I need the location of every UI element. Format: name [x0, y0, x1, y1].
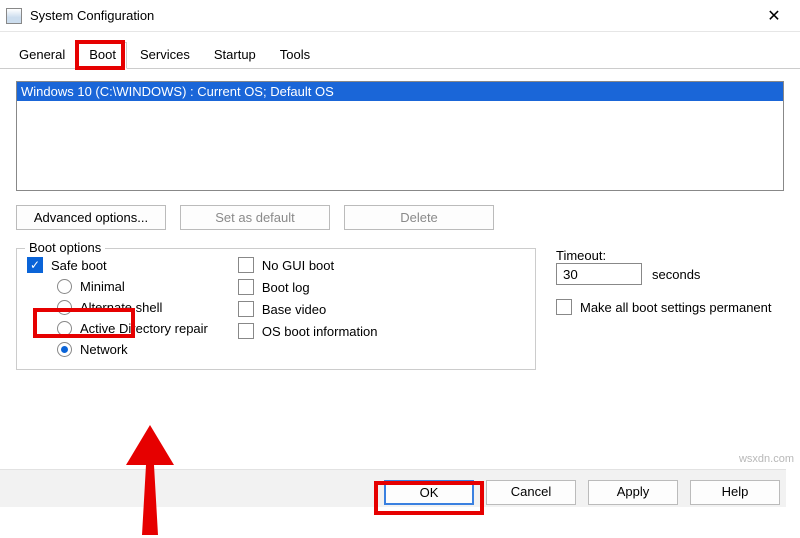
radio-selected-icon — [57, 342, 72, 357]
tab-tools[interactable]: Tools — [269, 42, 321, 68]
side-column: Timeout: seconds Make all boot settings … — [556, 248, 784, 370]
os-info-checkbox[interactable]: OS boot information — [238, 323, 378, 339]
cancel-button[interactable]: Cancel — [486, 480, 576, 505]
no-gui-label: No GUI boot — [262, 258, 334, 273]
timeout-input[interactable] — [556, 263, 642, 285]
permanent-label: Make all boot settings permanent — [580, 300, 772, 315]
boot-options-legend: Boot options — [25, 240, 105, 255]
radio-icon — [57, 321, 72, 336]
ad-repair-radio[interactable]: Active Directory repair — [57, 321, 208, 336]
checkbox-icon — [238, 323, 254, 339]
close-button[interactable]: ✕ — [754, 2, 794, 30]
titlebar: System Configuration ✕ — [0, 0, 800, 32]
minimal-label: Minimal — [80, 279, 125, 294]
boot-options-group: Boot options ✓ Safe boot Minimal Alterna… — [16, 248, 536, 370]
dialog-footer: OK Cancel Apply Help — [0, 469, 786, 507]
checkbox-icon — [556, 299, 572, 315]
close-icon: ✕ — [767, 6, 780, 26]
alt-shell-radio[interactable]: Alternate shell — [57, 300, 208, 315]
base-video-checkbox[interactable]: Base video — [238, 301, 378, 317]
apply-button[interactable]: Apply — [588, 480, 678, 505]
window-title: System Configuration — [30, 8, 754, 23]
tab-startup[interactable]: Startup — [203, 42, 267, 68]
tab-general[interactable]: General — [8, 42, 76, 68]
safe-boot-checkbox[interactable]: ✓ Safe boot — [27, 257, 208, 273]
watermark: wsxdn.com — [739, 453, 794, 465]
checkbox-icon — [238, 279, 254, 295]
os-listbox[interactable]: Windows 10 (C:\WINDOWS) : Current OS; De… — [16, 81, 784, 191]
timeout-label: Timeout: — [556, 248, 784, 263]
tab-boot[interactable]: Boot — [78, 42, 127, 69]
ad-repair-label: Active Directory repair — [80, 321, 208, 336]
options-row: Boot options ✓ Safe boot Minimal Alterna… — [16, 248, 784, 370]
minimal-radio[interactable]: Minimal — [57, 279, 208, 294]
network-radio[interactable]: Network — [57, 342, 208, 357]
ok-button[interactable]: OK — [384, 480, 474, 505]
delete-button[interactable]: Delete — [344, 205, 494, 230]
set-default-button[interactable]: Set as default — [180, 205, 330, 230]
content-area: Windows 10 (C:\WINDOWS) : Current OS; De… — [0, 69, 800, 376]
os-info-label: OS boot information — [262, 324, 378, 339]
boot-log-label: Boot log — [262, 280, 310, 295]
no-gui-checkbox[interactable]: No GUI boot — [238, 257, 378, 273]
radio-icon — [57, 279, 72, 294]
safe-boot-label: Safe boot — [51, 258, 107, 273]
os-button-row: Advanced options... Set as default Delet… — [16, 205, 784, 230]
app-icon — [6, 8, 22, 24]
tabstrip: General Boot Services Startup Tools — [0, 32, 800, 69]
network-label: Network — [80, 342, 128, 357]
help-button[interactable]: Help — [690, 480, 780, 505]
permanent-checkbox[interactable]: Make all boot settings permanent — [556, 299, 784, 315]
timeout-unit: seconds — [652, 267, 700, 282]
base-video-label: Base video — [262, 302, 326, 317]
alt-shell-label: Alternate shell — [80, 300, 162, 315]
advanced-options-button[interactable]: Advanced options... — [16, 205, 166, 230]
checkbox-checked-icon: ✓ — [27, 257, 43, 273]
radio-icon — [57, 300, 72, 315]
boot-log-checkbox[interactable]: Boot log — [238, 279, 378, 295]
checkbox-icon — [238, 257, 254, 273]
timeout-group: Timeout: seconds — [556, 248, 784, 285]
tab-services[interactable]: Services — [129, 42, 201, 68]
os-list-item[interactable]: Windows 10 (C:\WINDOWS) : Current OS; De… — [17, 82, 783, 101]
checkbox-icon — [238, 301, 254, 317]
